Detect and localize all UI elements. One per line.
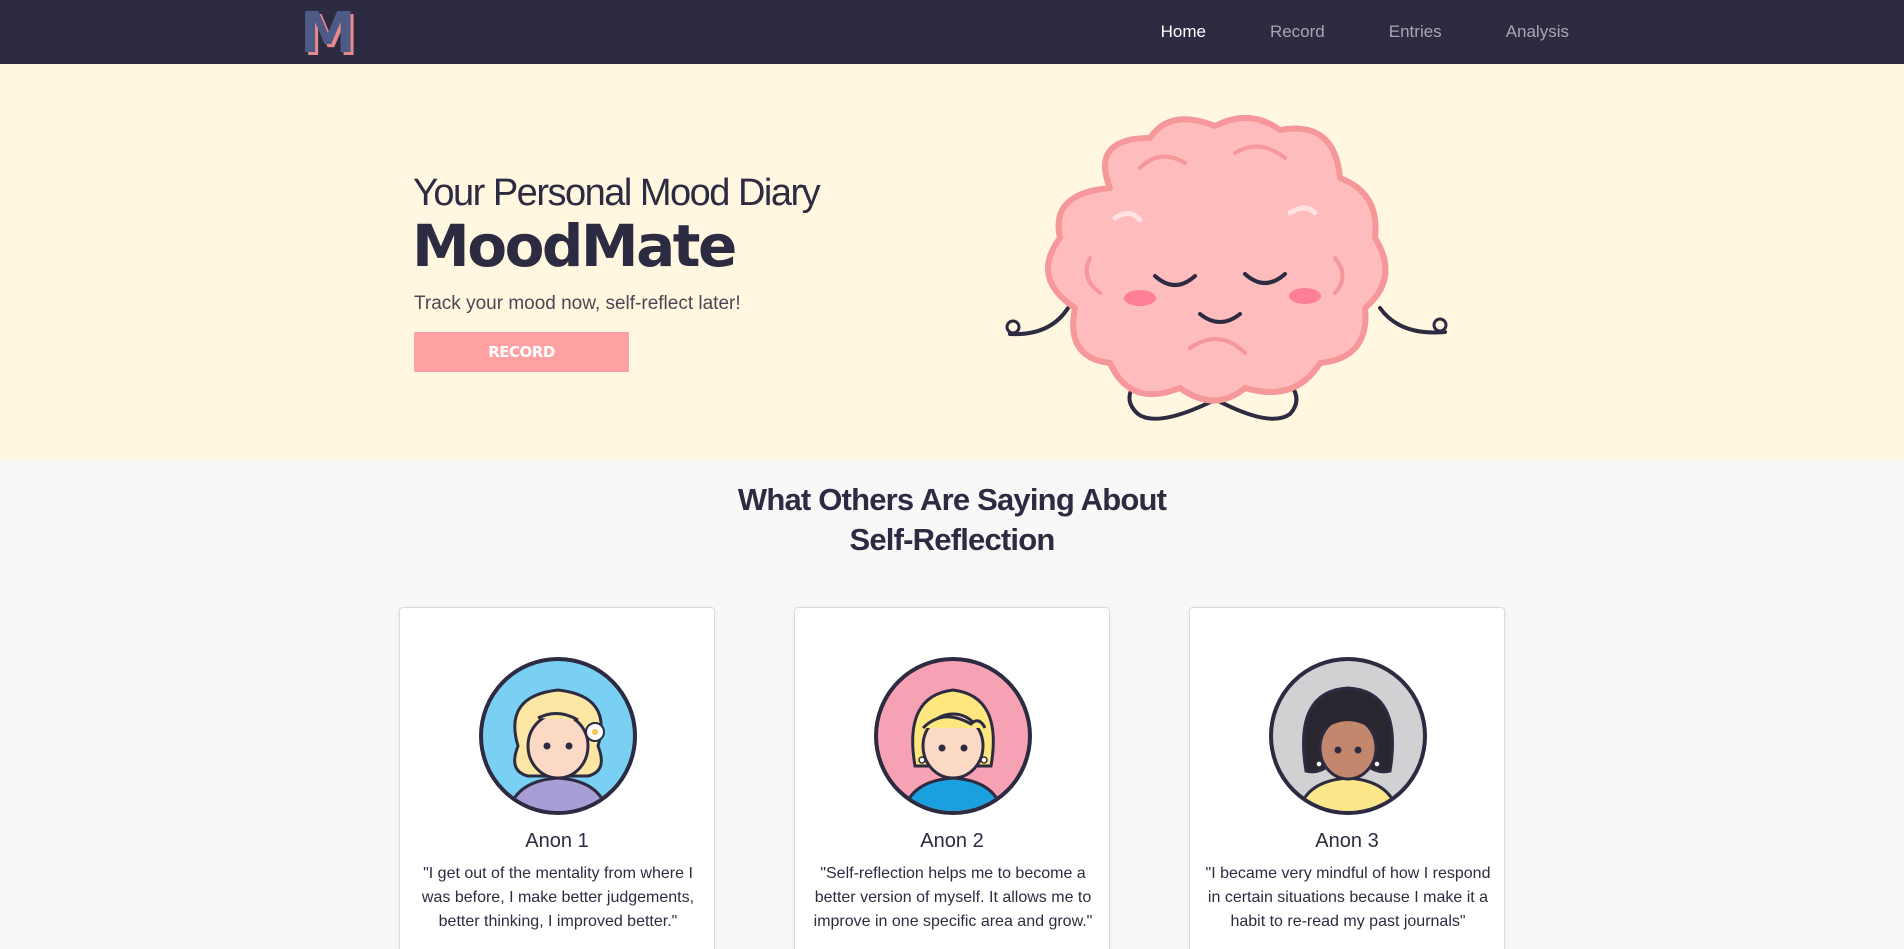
testimonial-card-1: Anon 1 "I get out of the mentality from … bbox=[399, 607, 715, 949]
hero-subtitle: Your Personal Mood Diary bbox=[413, 172, 821, 214]
navbar: M M Home Record Entries Analysis bbox=[0, 0, 1904, 64]
meditating-brain-illustration bbox=[1005, 114, 1448, 421]
testimonial-card-2: Anon 2 "Self-reflection helps me to beco… bbox=[794, 607, 1110, 949]
testimonial-quote: "I get out of the mentality from where I… bbox=[421, 865, 695, 930]
hero-section: Your Personal Mood Diary MoodMate Track … bbox=[0, 64, 1904, 460]
testimonial-quote: "I became very mindful of how I respond … bbox=[1205, 865, 1491, 930]
testimonial-name: Anon 1 bbox=[525, 830, 589, 852]
hero-tagline: Track your mood now, self-reflect later! bbox=[414, 293, 741, 314]
testimonial-name: Anon 3 bbox=[1315, 830, 1379, 852]
svg-text:M: M bbox=[302, 4, 356, 60]
testimonial-name: Anon 2 bbox=[920, 830, 984, 852]
blonde-girl-flower-avatar-icon bbox=[479, 657, 637, 815]
blonde-girl-blue-shirt-avatar-icon bbox=[874, 657, 1032, 815]
testimonial-quote: "Self-reflection helps me to become a be… bbox=[813, 865, 1093, 930]
hero-title: MoodMate bbox=[412, 212, 737, 280]
testimonials-heading: What Others Are Saying About Self-Reflec… bbox=[737, 482, 1167, 557]
nav-link-entries[interactable]: Entries bbox=[1389, 22, 1442, 42]
testimonial-card-3: Anon 3 "I became very mindful of how I r… bbox=[1189, 607, 1505, 949]
nav-link-record[interactable]: Record bbox=[1270, 22, 1325, 42]
record-button[interactable]: RECORD bbox=[414, 332, 629, 372]
main-nav: Home Record Entries Analysis bbox=[1097, 0, 1569, 64]
moodmate-logo-icon[interactable]: M M bbox=[302, 4, 368, 60]
dark-hair-girl-earrings-avatar-icon bbox=[1269, 657, 1427, 815]
nav-link-analysis[interactable]: Analysis bbox=[1506, 22, 1569, 42]
nav-link-home[interactable]: Home bbox=[1161, 22, 1206, 42]
